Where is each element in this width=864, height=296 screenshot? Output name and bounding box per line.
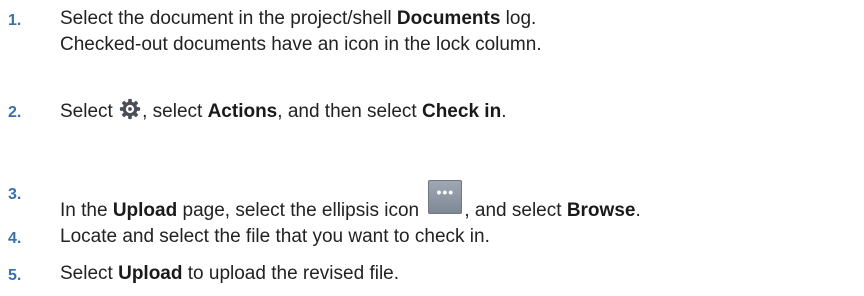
step-text: Select Upload to upload the revised file…	[60, 261, 399, 287]
step-text-segment: , and then select	[277, 101, 422, 122]
step-text-segment: log.	[500, 8, 537, 29]
step-text-segment: Select	[60, 263, 119, 284]
step-text: Select the document in the project/shell…	[60, 6, 542, 58]
ui-term-check-in: Check in	[421, 101, 502, 122]
step-text-segment: .	[501, 101, 507, 122]
step-text-segment: page, select the ellipsis icon	[177, 200, 425, 221]
step-number: 3.	[8, 186, 22, 203]
ui-term-upload: Upload	[112, 200, 178, 221]
step-text: Select , select Actions, and then select…	[60, 98, 506, 125]
step-text-segment: In the	[60, 200, 113, 221]
step-number: 5.	[8, 267, 22, 284]
ui-term-actions: Actions	[207, 101, 278, 122]
step-number: 1.	[8, 12, 22, 29]
ui-term-upload: Upload	[118, 263, 183, 284]
gear-icon	[120, 98, 141, 120]
step-text-segment: , and select	[464, 200, 567, 221]
step-text-segment: .	[635, 200, 641, 221]
step-text-segment: , select	[142, 101, 208, 122]
step-line: Select the document in the project/shell…	[60, 6, 542, 32]
step-number: 2.	[8, 104, 22, 121]
step-text-segment: Select the document in the project/shell	[60, 8, 397, 29]
step-text: In the Upload page, select the ellipsis …	[60, 180, 641, 224]
step-number: 4.	[8, 230, 22, 247]
ellipsis-icon: •••	[428, 180, 463, 214]
step-text-segment: to upload the revised file.	[182, 263, 400, 284]
step-text: Locate and select the file that you want…	[60, 226, 490, 247]
step-line: Checked-out documents have an icon in th…	[60, 34, 542, 55]
ui-term-browse: Browse	[566, 200, 636, 221]
step-text-segment: Select	[60, 101, 119, 122]
ui-term-documents: Documents	[396, 8, 501, 29]
